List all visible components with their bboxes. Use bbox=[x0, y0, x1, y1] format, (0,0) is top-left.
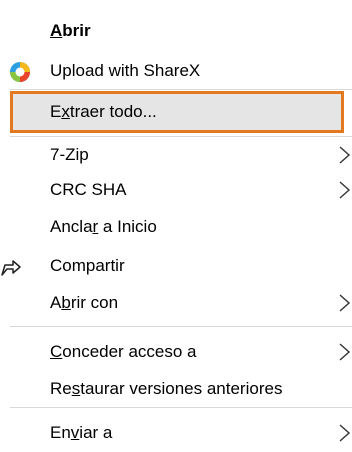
menu-item-conceder-acceso-a[interactable]: Conceder acceso a bbox=[0, 335, 352, 369]
chevron-right-icon bbox=[336, 294, 352, 312]
menu-item-upload-with-sharex-label: Upload with ShareX bbox=[50, 61, 201, 80]
chevron-right-icon bbox=[336, 424, 352, 442]
chevron-right-icon bbox=[336, 146, 352, 164]
share-icon bbox=[0, 255, 22, 277]
menu-item-extraer-todo-label: Extraer todo... bbox=[50, 102, 157, 121]
menu-item-crc-sha-label: CRC SHA bbox=[50, 180, 127, 199]
menu-item-upload-with-sharex[interactable]: Upload with ShareX bbox=[0, 54, 352, 88]
menu-item-7-zip-label: 7-Zip bbox=[50, 145, 89, 164]
menu-item-abrir-con[interactable]: Abrir con bbox=[0, 286, 352, 320]
menu-item-anclar-a-inicio[interactable]: Anclar a Inicio bbox=[0, 210, 352, 244]
menu-item-abrir[interactable]: Abrir bbox=[0, 14, 352, 48]
menu-item-enviar-a[interactable]: Enviar a bbox=[0, 416, 352, 450]
menu-item-restaurar-versiones-anteriores-label: Restaurar versiones anteriores bbox=[50, 379, 283, 398]
menu-separator bbox=[10, 89, 352, 90]
menu-item-extraer-todo[interactable]: Extraer todo... bbox=[0, 95, 352, 129]
menu-separator bbox=[10, 136, 352, 137]
menu-item-crc-sha[interactable]: CRC SHA bbox=[0, 173, 352, 207]
menu-item-compartir[interactable]: Compartir bbox=[0, 249, 352, 283]
menu-item-anclar-a-inicio-label: Anclar a Inicio bbox=[50, 217, 157, 236]
menu-item-conceder-acceso-a-label: Conceder acceso a bbox=[50, 342, 197, 361]
menu-item-7-zip[interactable]: 7-Zip bbox=[0, 138, 352, 172]
chevron-right-icon bbox=[336, 343, 352, 361]
menu-separator bbox=[10, 407, 352, 408]
menu-separator bbox=[10, 326, 352, 327]
chevron-right-icon bbox=[336, 181, 352, 199]
sharex-icon bbox=[9, 61, 31, 83]
menu-item-abrir-con-label: Abrir con bbox=[50, 293, 119, 312]
context-menu: Abrir Upload with ShareX Extraer todo...… bbox=[0, 0, 352, 452]
menu-item-enviar-a-label: Enviar a bbox=[50, 423, 113, 442]
menu-item-restaurar-versiones-anteriores[interactable]: Restaurar versiones anteriores bbox=[0, 372, 352, 406]
menu-item-abrir-label: Abrir bbox=[50, 21, 91, 40]
menu-item-compartir-label: Compartir bbox=[50, 256, 125, 275]
